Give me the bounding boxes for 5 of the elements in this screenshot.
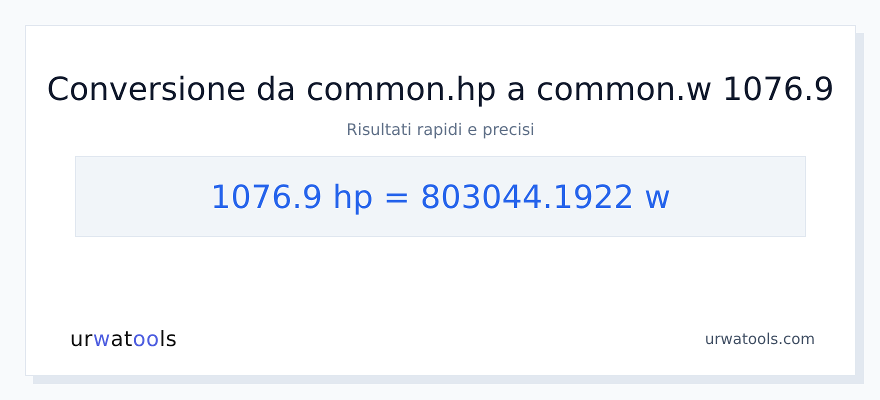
subtitle: Risultati rapidi e precisi (346, 119, 535, 142)
site-link[interactable]: urwatools.com (704, 328, 815, 350)
conversion-result: 1076.9 hp = 803044.1922 w (210, 176, 670, 218)
logo: urwatools (70, 326, 178, 352)
page-title: Conversione da common.hp a common.w 1076.9 (46, 70, 834, 108)
